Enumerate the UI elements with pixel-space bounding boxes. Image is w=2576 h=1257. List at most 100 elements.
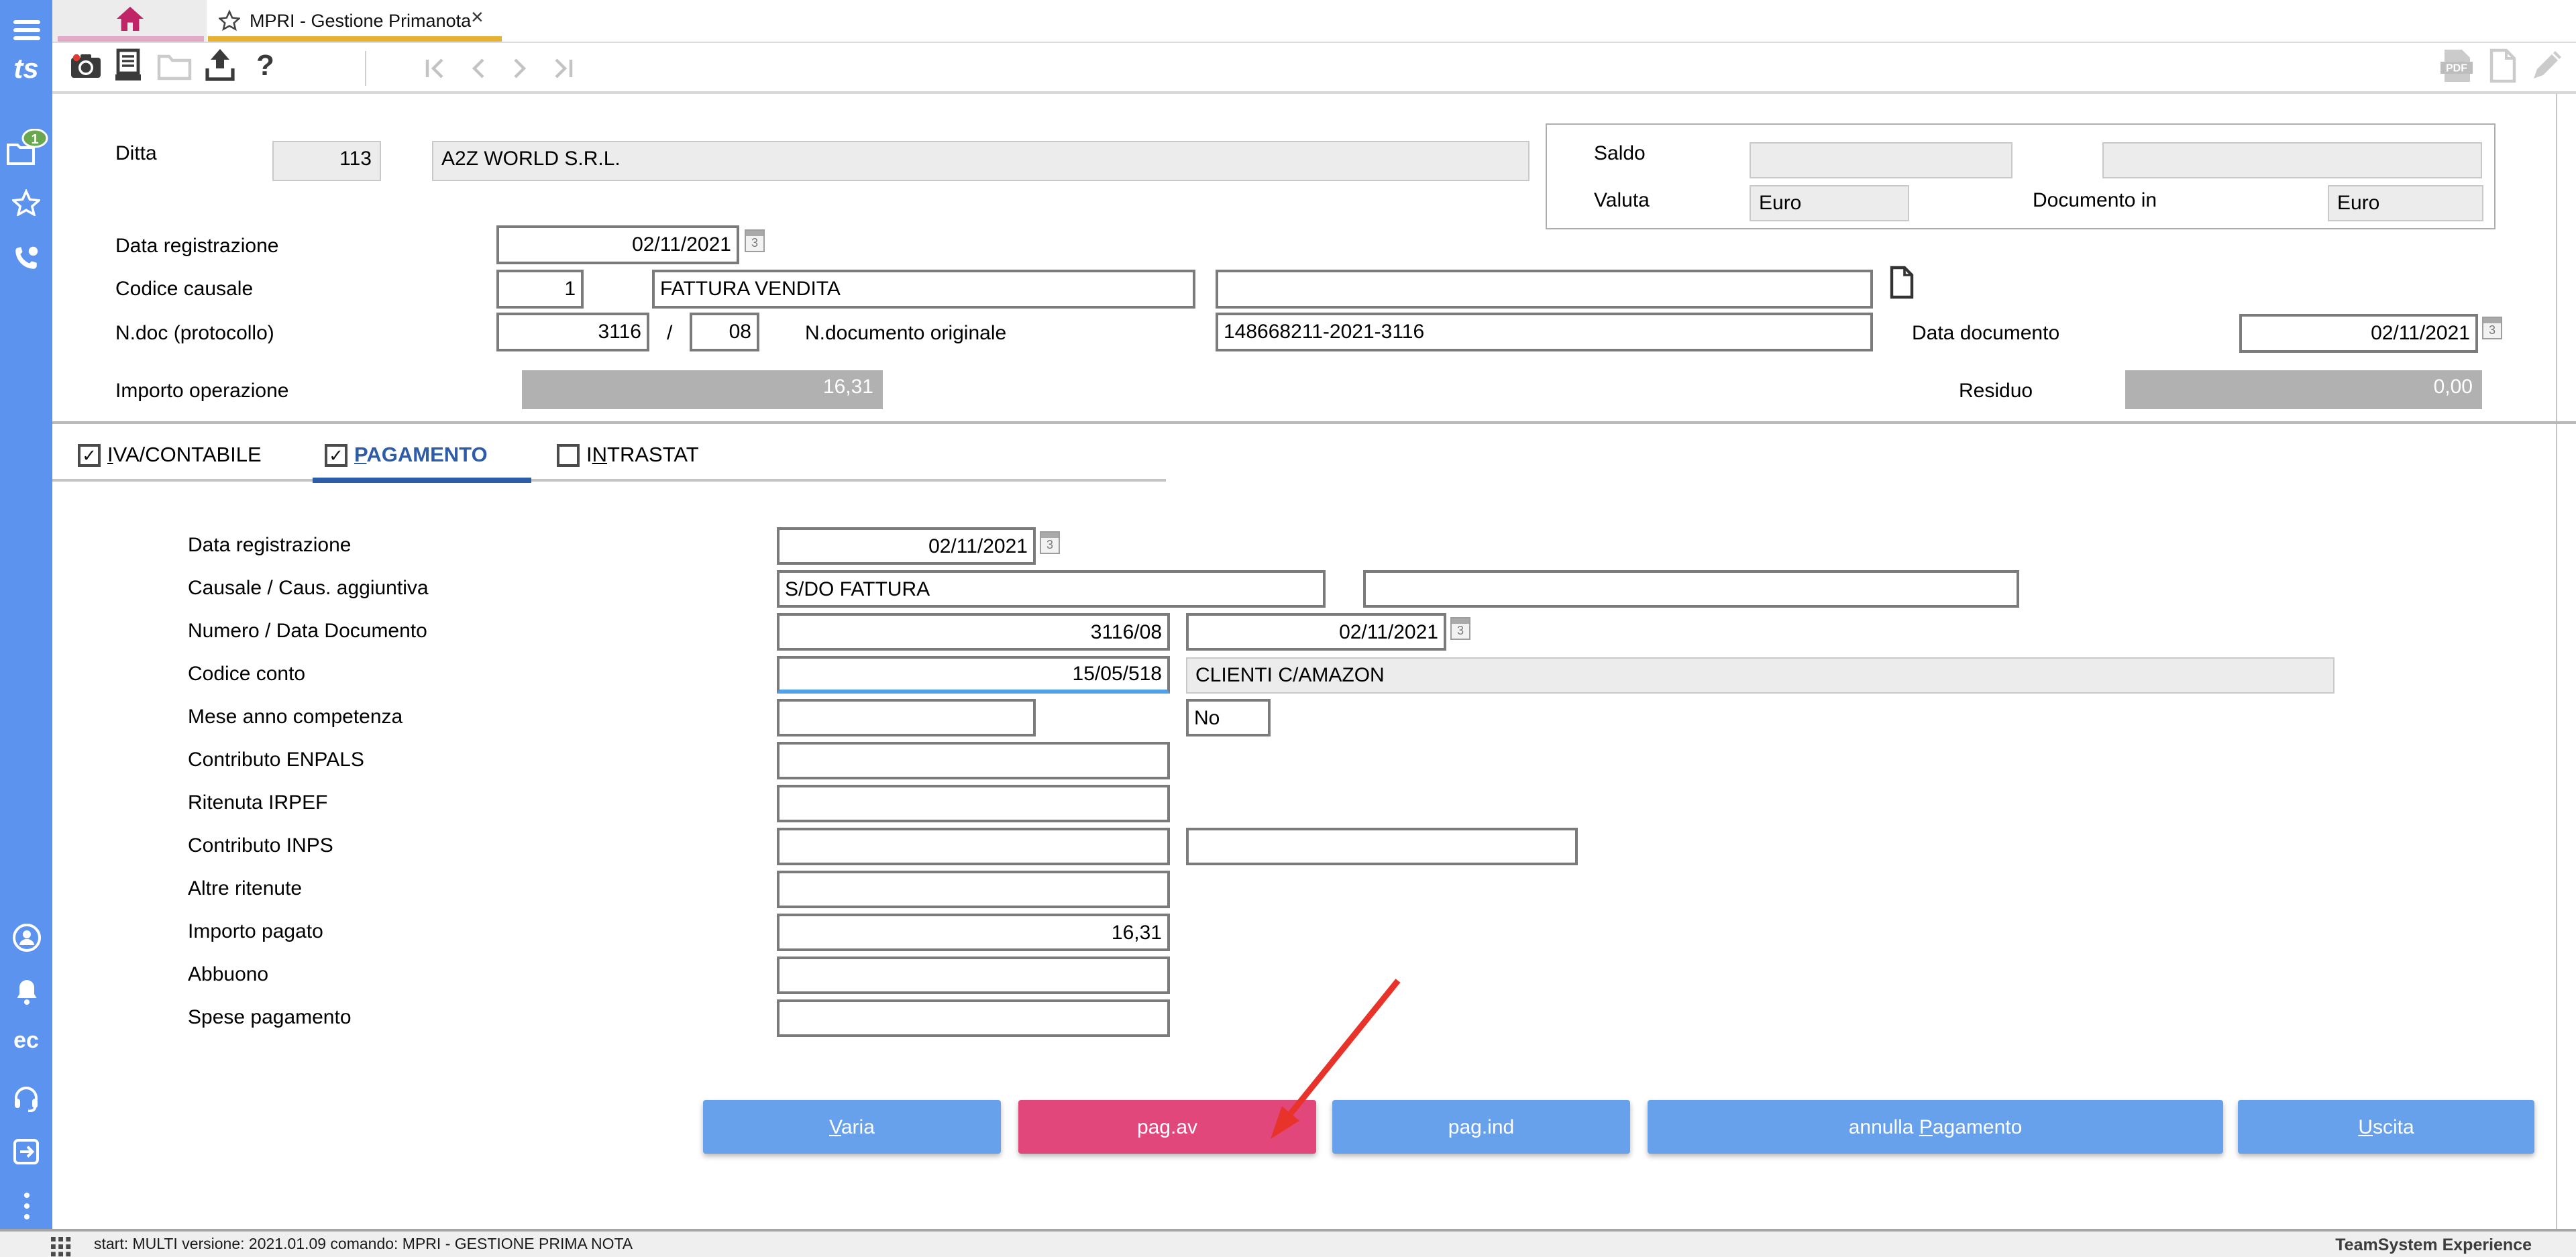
- codice-causale-label: Codice causale: [115, 278, 254, 300]
- toolbar: ? PDF: [52, 43, 2576, 94]
- hamburger-menu-icon[interactable]: [0, 19, 52, 48]
- causale-input[interactable]: [777, 570, 1326, 608]
- ndoc-input[interactable]: [496, 313, 649, 351]
- calendar-icon[interactable]: 3: [2482, 317, 2502, 339]
- contributo-enpals-input[interactable]: [777, 742, 1170, 779]
- calendar-icon[interactable]: 3: [745, 229, 765, 252]
- data-documento-pay-input[interactable]: [1186, 613, 1446, 651]
- documento-in-label: Documento in: [2033, 189, 2157, 212]
- active-document-tab[interactable]: MPRI - Gestione Primanota ×: [208, 0, 502, 42]
- causale-aggiuntiva-label: Causale / Caus. aggiuntiva: [188, 577, 429, 600]
- tabs-underline: [52, 479, 1166, 482]
- nav-previous-icon[interactable]: [468, 58, 487, 86]
- altre-ritenute-input[interactable]: [777, 871, 1170, 908]
- close-tab-icon[interactable]: ×: [471, 7, 484, 30]
- window-right-border: [2556, 94, 2557, 1229]
- favorites-star-icon[interactable]: [0, 188, 52, 223]
- pag-ind-button[interactable]: pag.ind: [1332, 1100, 1630, 1154]
- print-icon[interactable]: [113, 48, 145, 90]
- spese-pagamento-input[interactable]: [777, 999, 1170, 1037]
- codice-conto-label: Codice conto: [188, 663, 306, 686]
- more-options-icon[interactable]: [0, 1191, 52, 1227]
- mese-anno-competenza-label: Mese anno competenza: [188, 706, 403, 728]
- documento-in-field: Euro: [2328, 185, 2483, 221]
- data-documento-label: Data documento: [1912, 322, 2060, 345]
- pagamento-checkbox[interactable]: ✓: [325, 444, 347, 467]
- ndoc-originale-input[interactable]: [1216, 313, 1873, 351]
- competenza-flag-input[interactable]: [1186, 699, 1271, 736]
- ditta-label: Ditta: [115, 142, 157, 165]
- contributo-inps-label: Contributo INPS: [188, 834, 333, 857]
- calendar-icon[interactable]: 3: [1040, 531, 1060, 554]
- pay-data-registrazione-input[interactable]: [777, 527, 1036, 565]
- nav-first-icon[interactable]: [424, 58, 447, 86]
- svg-text:PDF: PDF: [2446, 62, 2467, 74]
- valuta-label: Valuta: [1594, 189, 1650, 212]
- nav-last-icon[interactable]: [551, 58, 574, 86]
- intrastat-checkbox[interactable]: [557, 444, 580, 467]
- ndoc-separator: /: [667, 322, 673, 345]
- notifications-bell-icon[interactable]: [0, 978, 52, 1013]
- camera-snapshot-icon[interactable]: [70, 51, 102, 87]
- uscita-button[interactable]: Uscita: [2238, 1100, 2534, 1154]
- contributo-inps-extra-input[interactable]: [1186, 828, 1578, 865]
- data-registrazione-input[interactable]: [496, 225, 739, 264]
- tab-intrastat[interactable]: INTRASTAT: [586, 444, 699, 468]
- numero-documento-input[interactable]: [777, 613, 1170, 651]
- causale-aggiuntiva-input[interactable]: [1363, 570, 2019, 608]
- contributo-inps-input[interactable]: [777, 828, 1170, 865]
- codice-causale-input[interactable]: [496, 270, 584, 309]
- new-document-icon[interactable]: [2489, 48, 2517, 90]
- valuta-field: Euro: [1750, 185, 1909, 221]
- data-documento-input[interactable]: [2239, 314, 2478, 353]
- ec-app-icon[interactable]: ec: [0, 1028, 52, 1054]
- annulla-pagamento-button[interactable]: annulla Pagamento: [1648, 1100, 2223, 1154]
- nav-next-icon[interactable]: [511, 58, 530, 86]
- data-registrazione-label: Data registrazione: [115, 235, 279, 258]
- protocollo-input[interactable]: [690, 313, 759, 351]
- documents-folder-icon[interactable]: 1: [0, 128, 52, 176]
- codice-causale-extra-input[interactable]: [1216, 270, 1873, 309]
- toolbar-divider: [365, 51, 366, 86]
- ditta-name-field: A2Z WORLD S.R.L.: [432, 141, 1529, 181]
- pdf-export-icon[interactable]: PDF: [2438, 48, 2475, 90]
- open-folder-icon[interactable]: [157, 51, 192, 87]
- help-icon[interactable]: ?: [256, 48, 274, 83]
- active-tab-underline: [208, 36, 502, 42]
- user-profile-icon[interactable]: [0, 923, 52, 959]
- brand-text: TeamSystem Experience: [2335, 1236, 2532, 1254]
- mese-anno-competenza-input[interactable]: [777, 699, 1036, 736]
- abbuono-input[interactable]: [777, 957, 1170, 994]
- importo-pagato-input[interactable]: [777, 914, 1170, 951]
- favorite-star-icon[interactable]: [219, 9, 240, 31]
- phone-contact-icon[interactable]: [0, 244, 52, 279]
- pag-av-button[interactable]: pag.av: [1018, 1100, 1316, 1154]
- logout-exit-icon[interactable]: [0, 1138, 52, 1172]
- main-content: Ditta 113 A2Z WORLD S.R.L. Saldo Valuta …: [52, 94, 2576, 1229]
- varia-button[interactable]: Varia: [703, 1100, 1001, 1154]
- edit-pencil-icon[interactable]: [2530, 47, 2565, 89]
- importo-operazione-label: Importo operazione: [115, 380, 289, 402]
- upload-export-icon[interactable]: [203, 47, 237, 90]
- residuo-field: 0,00: [2125, 370, 2482, 409]
- app-grid-icon[interactable]: [51, 1237, 71, 1257]
- codice-conto-input[interactable]: [777, 656, 1170, 694]
- home-tab[interactable]: [52, 0, 207, 42]
- calendar-icon[interactable]: 3: [1450, 617, 1470, 640]
- active-section-underline: [313, 478, 531, 483]
- iva-contabile-checkbox[interactable]: ✓: [78, 444, 101, 467]
- saldo-field-2: [2102, 142, 2482, 178]
- residuo-label: Residuo: [1959, 380, 2033, 402]
- tab-pagamento[interactable]: PAGAMENTO: [354, 444, 488, 468]
- teamsystem-logo-icon[interactable]: ts: [0, 54, 52, 86]
- tab-title: MPRI - Gestione Primanota: [250, 11, 472, 31]
- numero-data-documento-label: Numero / Data Documento: [188, 620, 427, 643]
- support-headset-icon[interactable]: [0, 1084, 52, 1119]
- codice-causale-desc-input[interactable]: [652, 270, 1195, 309]
- home-tab-underline: [58, 36, 204, 42]
- header-divider: [52, 421, 2576, 424]
- tab-iva-contabile[interactable]: IVA/CONTABILE: [107, 444, 262, 468]
- ritenuta-irpef-input[interactable]: [777, 785, 1170, 822]
- attached-document-icon[interactable]: [1889, 266, 1915, 299]
- home-icon: [117, 7, 144, 31]
